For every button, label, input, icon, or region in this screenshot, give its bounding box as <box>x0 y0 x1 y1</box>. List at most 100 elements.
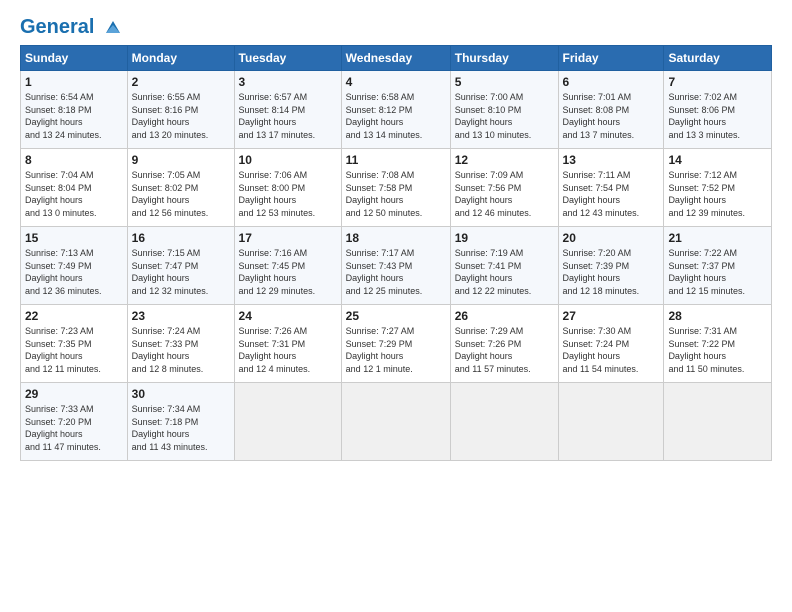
day-number: 25 <box>346 309 446 323</box>
calendar-cell: 14 Sunrise: 7:12 AM Sunset: 7:52 PM Dayl… <box>664 149 772 227</box>
day-info: Sunrise: 7:27 AM Sunset: 7:29 PM Dayligh… <box>346 325 446 375</box>
day-info: Sunrise: 7:30 AM Sunset: 7:24 PM Dayligh… <box>563 325 660 375</box>
day-info: Sunrise: 6:55 AM Sunset: 8:16 PM Dayligh… <box>132 91 230 141</box>
calendar-cell: 21 Sunrise: 7:22 AM Sunset: 7:37 PM Dayl… <box>664 227 772 305</box>
calendar-cell: 16 Sunrise: 7:15 AM Sunset: 7:47 PM Dayl… <box>127 227 234 305</box>
day-number: 13 <box>563 153 660 167</box>
calendar-cell: 19 Sunrise: 7:19 AM Sunset: 7:41 PM Dayl… <box>450 227 558 305</box>
col-friday: Friday <box>558 46 664 71</box>
calendar-cell: 23 Sunrise: 7:24 AM Sunset: 7:33 PM Dayl… <box>127 305 234 383</box>
day-info: Sunrise: 6:54 AM Sunset: 8:18 PM Dayligh… <box>25 91 123 141</box>
calendar-table: Sunday Monday Tuesday Wednesday Thursday… <box>20 45 772 461</box>
calendar-week-2: 8 Sunrise: 7:04 AM Sunset: 8:04 PM Dayli… <box>21 149 772 227</box>
day-number: 20 <box>563 231 660 245</box>
day-number: 7 <box>668 75 767 89</box>
calendar-cell: 5 Sunrise: 7:00 AM Sunset: 8:10 PM Dayli… <box>450 71 558 149</box>
day-info: Sunrise: 7:26 AM Sunset: 7:31 PM Dayligh… <box>239 325 337 375</box>
header: General <box>20 16 772 35</box>
calendar-cell: 30 Sunrise: 7:34 AM Sunset: 7:18 PM Dayl… <box>127 383 234 461</box>
day-info: Sunrise: 7:11 AM Sunset: 7:54 PM Dayligh… <box>563 169 660 219</box>
day-number: 12 <box>455 153 554 167</box>
day-number: 24 <box>239 309 337 323</box>
day-info: Sunrise: 7:24 AM Sunset: 7:33 PM Dayligh… <box>132 325 230 375</box>
col-saturday: Saturday <box>664 46 772 71</box>
calendar-cell: 17 Sunrise: 7:16 AM Sunset: 7:45 PM Dayl… <box>234 227 341 305</box>
calendar-cell: 15 Sunrise: 7:13 AM Sunset: 7:49 PM Dayl… <box>21 227 128 305</box>
calendar-week-5: 29 Sunrise: 7:33 AM Sunset: 7:20 PM Dayl… <box>21 383 772 461</box>
col-tuesday: Tuesday <box>234 46 341 71</box>
col-monday: Monday <box>127 46 234 71</box>
day-info: Sunrise: 7:16 AM Sunset: 7:45 PM Dayligh… <box>239 247 337 297</box>
calendar-cell: 2 Sunrise: 6:55 AM Sunset: 8:16 PM Dayli… <box>127 71 234 149</box>
calendar-week-4: 22 Sunrise: 7:23 AM Sunset: 7:35 PM Dayl… <box>21 305 772 383</box>
calendar-cell <box>558 383 664 461</box>
day-number: 14 <box>668 153 767 167</box>
day-info: Sunrise: 7:17 AM Sunset: 7:43 PM Dayligh… <box>346 247 446 297</box>
day-info: Sunrise: 7:29 AM Sunset: 7:26 PM Dayligh… <box>455 325 554 375</box>
logo-icon <box>102 17 124 39</box>
day-info: Sunrise: 7:05 AM Sunset: 8:02 PM Dayligh… <box>132 169 230 219</box>
day-info: Sunrise: 7:34 AM Sunset: 7:18 PM Dayligh… <box>132 403 230 453</box>
day-info: Sunrise: 7:15 AM Sunset: 7:47 PM Dayligh… <box>132 247 230 297</box>
day-info: Sunrise: 7:06 AM Sunset: 8:00 PM Dayligh… <box>239 169 337 219</box>
day-info: Sunrise: 7:20 AM Sunset: 7:39 PM Dayligh… <box>563 247 660 297</box>
calendar-cell: 4 Sunrise: 6:58 AM Sunset: 8:12 PM Dayli… <box>341 71 450 149</box>
day-info: Sunrise: 7:02 AM Sunset: 8:06 PM Dayligh… <box>668 91 767 141</box>
calendar-cell: 10 Sunrise: 7:06 AM Sunset: 8:00 PM Dayl… <box>234 149 341 227</box>
col-wednesday: Wednesday <box>341 46 450 71</box>
calendar-cell: 29 Sunrise: 7:33 AM Sunset: 7:20 PM Dayl… <box>21 383 128 461</box>
calendar-cell: 28 Sunrise: 7:31 AM Sunset: 7:22 PM Dayl… <box>664 305 772 383</box>
day-number: 8 <box>25 153 123 167</box>
calendar-week-3: 15 Sunrise: 7:13 AM Sunset: 7:49 PM Dayl… <box>21 227 772 305</box>
calendar-cell: 24 Sunrise: 7:26 AM Sunset: 7:31 PM Dayl… <box>234 305 341 383</box>
day-number: 1 <box>25 75 123 89</box>
day-info: Sunrise: 7:31 AM Sunset: 7:22 PM Dayligh… <box>668 325 767 375</box>
calendar-cell: 8 Sunrise: 7:04 AM Sunset: 8:04 PM Dayli… <box>21 149 128 227</box>
day-number: 9 <box>132 153 230 167</box>
calendar-cell: 9 Sunrise: 7:05 AM Sunset: 8:02 PM Dayli… <box>127 149 234 227</box>
day-info: Sunrise: 7:01 AM Sunset: 8:08 PM Dayligh… <box>563 91 660 141</box>
calendar-cell: 26 Sunrise: 7:29 AM Sunset: 7:26 PM Dayl… <box>450 305 558 383</box>
day-info: Sunrise: 7:09 AM Sunset: 7:56 PM Dayligh… <box>455 169 554 219</box>
day-info: Sunrise: 7:33 AM Sunset: 7:20 PM Dayligh… <box>25 403 123 453</box>
day-number: 22 <box>25 309 123 323</box>
day-number: 15 <box>25 231 123 245</box>
calendar-cell: 12 Sunrise: 7:09 AM Sunset: 7:56 PM Dayl… <box>450 149 558 227</box>
day-number: 6 <box>563 75 660 89</box>
day-number: 3 <box>239 75 337 89</box>
calendar-cell <box>450 383 558 461</box>
day-info: Sunrise: 6:58 AM Sunset: 8:12 PM Dayligh… <box>346 91 446 141</box>
col-thursday: Thursday <box>450 46 558 71</box>
day-number: 16 <box>132 231 230 245</box>
calendar-cell: 1 Sunrise: 6:54 AM Sunset: 8:18 PM Dayli… <box>21 71 128 149</box>
day-number: 17 <box>239 231 337 245</box>
day-number: 5 <box>455 75 554 89</box>
logo: General <box>20 16 124 35</box>
calendar-week-1: 1 Sunrise: 6:54 AM Sunset: 8:18 PM Dayli… <box>21 71 772 149</box>
logo-text: General <box>20 16 124 39</box>
calendar-cell: 18 Sunrise: 7:17 AM Sunset: 7:43 PM Dayl… <box>341 227 450 305</box>
day-number: 4 <box>346 75 446 89</box>
calendar-cell <box>664 383 772 461</box>
day-info: Sunrise: 7:13 AM Sunset: 7:49 PM Dayligh… <box>25 247 123 297</box>
day-info: Sunrise: 7:22 AM Sunset: 7:37 PM Dayligh… <box>668 247 767 297</box>
day-number: 10 <box>239 153 337 167</box>
day-info: Sunrise: 6:57 AM Sunset: 8:14 PM Dayligh… <box>239 91 337 141</box>
day-number: 27 <box>563 309 660 323</box>
page: General Sunday Monday Tuesday <box>0 0 792 612</box>
day-number: 18 <box>346 231 446 245</box>
calendar-cell: 7 Sunrise: 7:02 AM Sunset: 8:06 PM Dayli… <box>664 71 772 149</box>
day-number: 2 <box>132 75 230 89</box>
day-info: Sunrise: 7:23 AM Sunset: 7:35 PM Dayligh… <box>25 325 123 375</box>
calendar-cell <box>341 383 450 461</box>
calendar-cell: 3 Sunrise: 6:57 AM Sunset: 8:14 PM Dayli… <box>234 71 341 149</box>
calendar-cell <box>234 383 341 461</box>
col-sunday: Sunday <box>21 46 128 71</box>
day-info: Sunrise: 7:04 AM Sunset: 8:04 PM Dayligh… <box>25 169 123 219</box>
day-number: 29 <box>25 387 123 401</box>
calendar-cell: 25 Sunrise: 7:27 AM Sunset: 7:29 PM Dayl… <box>341 305 450 383</box>
day-info: Sunrise: 7:12 AM Sunset: 7:52 PM Dayligh… <box>668 169 767 219</box>
day-number: 19 <box>455 231 554 245</box>
calendar-cell: 13 Sunrise: 7:11 AM Sunset: 7:54 PM Dayl… <box>558 149 664 227</box>
day-number: 26 <box>455 309 554 323</box>
